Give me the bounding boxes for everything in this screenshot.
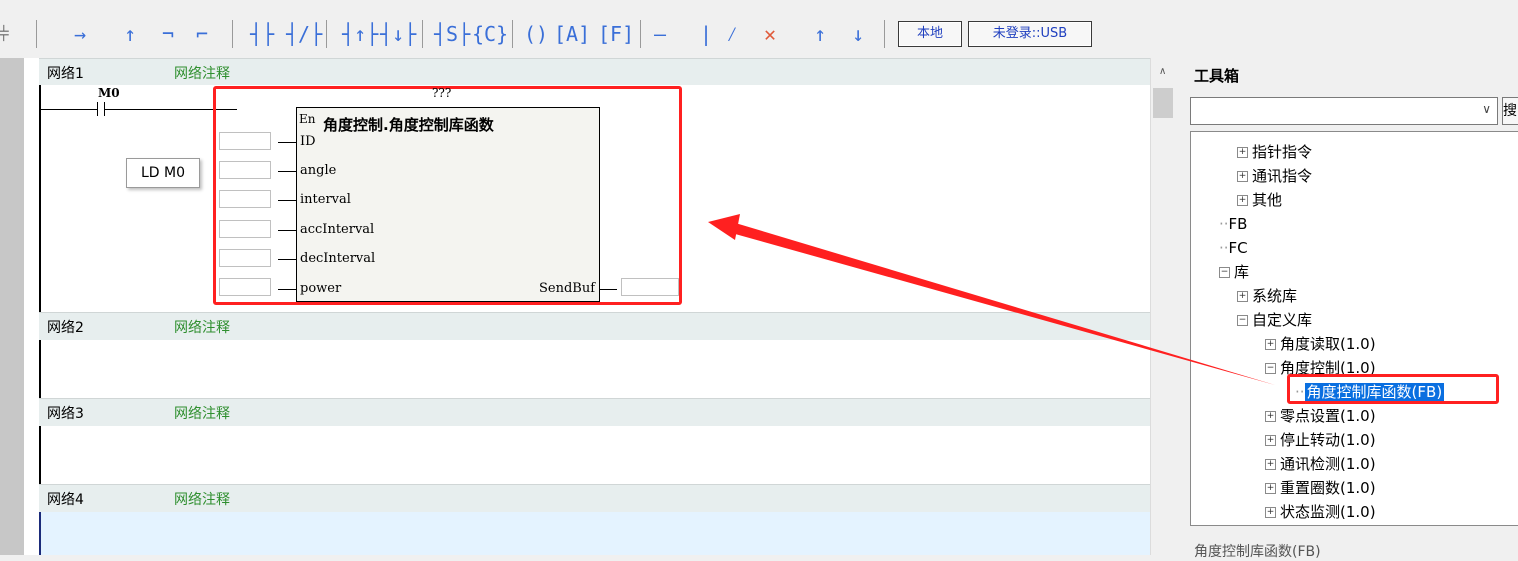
arrow-shaft [728, 222, 1275, 385]
annotation-arrow [708, 214, 1275, 385]
arrow-head [708, 214, 740, 240]
